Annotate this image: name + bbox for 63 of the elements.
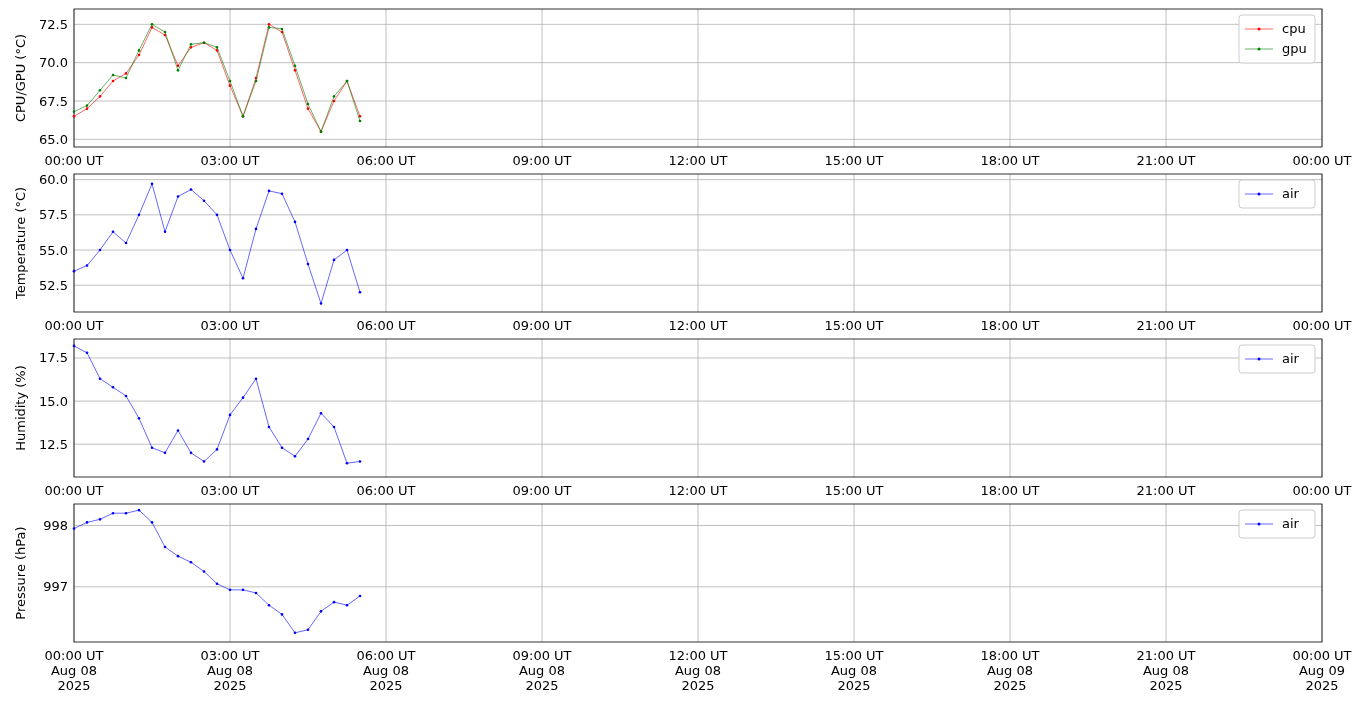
tick-label: 17.5 — [39, 350, 68, 366]
tick-label: 00:00 UT Aug 08 2025 — [44, 648, 104, 693]
tick-label: 09:00 UT Aug 08 2025 — [512, 648, 572, 693]
legend-label: cpu — [1282, 21, 1306, 36]
y-axis-title: Temperature (°C) — [13, 186, 28, 300]
tick-label: 03:00 UT Aug 08 2025 — [200, 648, 260, 693]
tick-label: 00:00 UT — [44, 153, 104, 165]
tick-label: 03:00 UT — [200, 483, 260, 495]
legend-line-icon — [1244, 47, 1274, 51]
tick-label: 06:00 UT Aug 08 2025 — [356, 648, 416, 693]
tick-label: 00:00 UT — [1292, 483, 1352, 495]
tick-label: 12.5 — [39, 436, 68, 452]
tick-label: 00:00 UT — [1292, 318, 1352, 330]
tick-label: 12:00 UT Aug 08 2025 — [668, 648, 728, 693]
tick-label: 21:00 UT — [1136, 153, 1196, 165]
tick-label: 57.5 — [39, 207, 68, 223]
tick-label: 15:00 UT — [824, 318, 884, 330]
tick-label: 15:00 UT Aug 08 2025 — [824, 648, 884, 693]
y-axis-title: Humidity (%) — [13, 365, 28, 451]
tick-label: 72.5 — [39, 16, 68, 32]
tick-label: 12:00 UT — [668, 318, 728, 330]
tick-label: 52.5 — [39, 277, 68, 293]
tick-label: 67.5 — [39, 93, 68, 109]
tick-label: 60.0 — [39, 172, 68, 188]
tick-label: 12:00 UT — [668, 153, 728, 165]
tick-label: 06:00 UT — [356, 483, 416, 495]
legend-label: air — [1282, 186, 1299, 201]
tick-label: 15:00 UT — [824, 153, 884, 165]
y-axis-title: Pressure (hPa) — [13, 526, 28, 620]
tick-label: 997 — [43, 579, 68, 595]
tick-label: 09:00 UT — [512, 153, 572, 165]
legend-label: air — [1282, 516, 1299, 531]
tick-label: 18:00 UT — [980, 153, 1040, 165]
tick-label: 03:00 UT — [200, 318, 260, 330]
tick-label: 70.0 — [39, 55, 68, 71]
legend-line-icon — [1244, 522, 1274, 526]
tick-label: 09:00 UT — [512, 318, 572, 330]
tick-label: 21:00 UT — [1136, 318, 1196, 330]
tick-label: 21:00 UT Aug 08 2025 — [1136, 648, 1196, 693]
tick-label: 06:00 UT — [356, 153, 416, 165]
legend-line-icon — [1244, 27, 1274, 31]
legend-line-icon — [1244, 192, 1274, 196]
tick-label: 21:00 UT — [1136, 483, 1196, 495]
tick-label: 00:00 UT — [44, 483, 104, 495]
tick-label: 00:00 UT — [1292, 153, 1352, 165]
tick-label: 18:00 UT — [980, 318, 1040, 330]
tick-label: 12:00 UT — [668, 483, 728, 495]
tick-label: 15:00 UT — [824, 483, 884, 495]
legend-label: air — [1282, 351, 1299, 366]
tick-label: 55.0 — [39, 242, 68, 258]
tick-label: 18:00 UT Aug 08 2025 — [980, 648, 1040, 693]
tick-label: 03:00 UT — [200, 153, 260, 165]
legend-label: gpu — [1282, 41, 1307, 56]
legend-line-icon — [1244, 357, 1274, 361]
tick-label: 15.0 — [39, 393, 68, 409]
tick-label: 65.0 — [39, 131, 68, 147]
tick-label: 18:00 UT — [980, 483, 1040, 495]
tick-label: 00:00 UT — [44, 318, 104, 330]
tick-label: 00:00 UT Aug 09 2025 — [1292, 648, 1352, 693]
tick-label: 06:00 UT — [356, 318, 416, 330]
y-axis-title: CPU/GPU (°C) — [13, 33, 28, 123]
tick-label: 998 — [43, 517, 68, 533]
tick-label: 09:00 UT — [512, 483, 572, 495]
